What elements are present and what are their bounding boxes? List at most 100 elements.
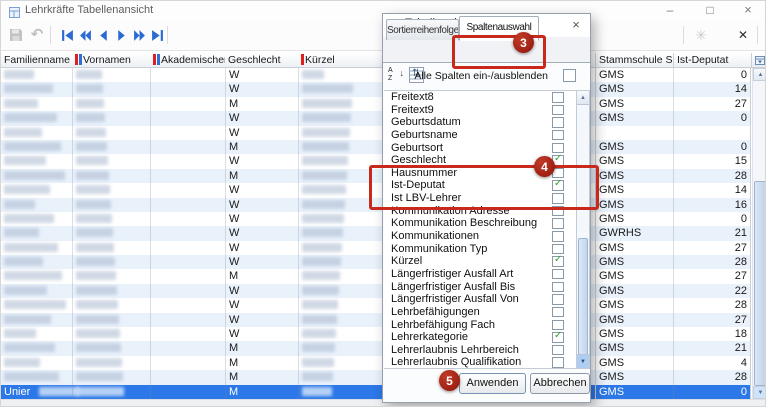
table-row[interactable]: WGMS18 [1,327,751,341]
scrollbar-thumb[interactable] [754,181,766,386]
column-checkbox[interactable] [552,218,564,229]
sort-az-icon[interactable]: AZ ↓ [388,67,404,85]
column-option[interactable]: Freitext9 [384,104,576,117]
column-option[interactable]: Lehrerlaubnis Lehrbereich [384,344,576,357]
column-option[interactable]: Lehrbefähigung Fach [384,319,576,332]
column-header-ist-deputat[interactable]: Ist-Deputat [673,53,751,68]
column-checkbox[interactable] [552,206,564,217]
column-header-stammschule[interactable]: Stammschule Sc... [595,53,673,68]
fast-next-icon[interactable] [129,25,149,45]
column-checkbox[interactable] [552,105,564,116]
table-row[interactable]: MGMS21 [1,341,751,355]
dialog-close-icon[interactable]: × [569,17,583,32]
column-checkbox[interactable] [552,117,564,128]
table-row[interactable]: MGMS27 [1,97,751,111]
vertical-scrollbar[interactable]: ▲ ▼ [752,68,766,399]
table-row[interactable]: MGMS28 [1,169,751,183]
table-row[interactable]: WGMS28 [1,255,751,269]
scroll-up-icon[interactable]: ▲ [577,91,589,105]
column-checkbox[interactable] [552,244,564,255]
maximize-button[interactable]: □ [693,1,727,20]
table-row[interactable]: WGMS14 [1,82,751,96]
table-row[interactable]: WGMS16 [1,198,751,212]
column-option[interactable]: Geburtsort [384,142,576,155]
minimize-button[interactable]: – [653,1,687,20]
scroll-down-icon[interactable]: ▼ [753,386,766,399]
undo-icon[interactable]: ↶ [27,25,47,45]
table-row[interactable]: UnierMGMS0 [1,385,751,399]
toggle-all-checkbox[interactable] [563,69,576,82]
column-checkbox[interactable] [552,269,564,280]
column-option[interactable]: Lehrerkategorie✓ [384,331,576,344]
column-checkbox[interactable] [552,307,564,318]
column-option[interactable]: Geburtsname [384,129,576,142]
column-checkbox[interactable] [552,92,564,103]
save-icon[interactable] [6,25,26,45]
table-row[interactable]: WGMS0 [1,68,751,82]
next-record-icon[interactable] [111,25,131,45]
column-chooser-icon[interactable] [751,53,766,68]
column-option[interactable]: Längerfristiger Ausfall Bis [384,281,576,294]
geschlecht-cell: W [229,284,295,298]
column-checkbox[interactable] [552,231,564,242]
table-row[interactable]: MGMS0 [1,140,751,154]
column-checkbox[interactable]: ✓ [552,256,564,267]
column-option[interactable]: Ist LBV-Lehrer [384,192,576,205]
column-header-geschlecht[interactable]: Geschlecht [225,53,298,68]
column-option[interactable]: Kürzel✓ [384,255,576,268]
column-checkbox[interactable] [552,357,564,368]
column-checkbox[interactable]: ✓ [552,180,564,191]
settings-sun-icon[interactable]: ✳ [691,25,711,45]
column-header-familienname[interactable]: Familienname▲ [1,53,72,68]
close-filter-icon[interactable]: ✕ [733,25,753,45]
close-button[interactable]: × [731,1,765,20]
column-option[interactable]: Lehrerlaubnis Qualifikation [384,356,576,369]
scroll-down-icon[interactable]: ▼ [577,354,589,368]
column-checkbox[interactable] [552,320,564,331]
tab-sortierreihenfolge[interactable]: Sortierreihenfolge [386,19,459,40]
scroll-up-icon[interactable]: ▲ [753,68,766,81]
column-checkbox[interactable] [552,143,564,154]
column-checkbox[interactable] [552,130,564,141]
fast-previous-icon[interactable] [75,25,95,45]
column-option[interactable]: Geburtsdatum [384,116,576,129]
previous-record-icon[interactable] [93,25,113,45]
table-row[interactable]: MGMS4 [1,356,751,370]
column-option[interactable]: Längerfristiger Ausfall Art [384,268,576,281]
table-row[interactable]: MGMS28 [1,370,751,384]
column-header-vornamen[interactable]: Vornamen [72,53,150,68]
dialog-scrollbar[interactable]: ▲ ▼ [576,90,590,369]
column-option[interactable]: Kommunikationen [384,230,576,243]
column-header-akademischergrad[interactable]: AkademischerGr... [150,53,225,68]
column-checkbox[interactable]: ✓ [552,332,564,343]
table-row[interactable]: WGMS0 [1,212,751,226]
last-record-icon[interactable] [147,25,167,45]
scrollbar-thumb[interactable] [578,238,588,355]
table-row[interactable]: WGMS0 [1,111,751,125]
table-row[interactable]: WGMS28 [1,298,751,312]
cancel-button[interactable]: Abbrechen [530,373,590,394]
column-option[interactable]: Kommunikation Typ [384,243,576,256]
column-checkbox[interactable] [552,294,564,305]
column-checkbox[interactable] [552,282,564,293]
geschlecht-cell: W [229,154,295,168]
column-option[interactable]: Längerfristiger Ausfall Von [384,293,576,306]
column-option[interactable]: Lehrbefähigungen [384,306,576,319]
table-row[interactable]: WGWRHS21 [1,226,751,240]
table-row[interactable]: MGMS27 [1,269,751,283]
table-row[interactable]: WGMS22 [1,284,751,298]
column-option[interactable]: Ist-Deputat✓ [384,179,576,192]
table-row[interactable]: WGMS15 [1,154,751,168]
table-row[interactable]: W [1,126,751,140]
column-checkbox[interactable] [552,345,564,356]
table-row[interactable]: WGMS27 [1,241,751,255]
column-checkbox[interactable] [552,193,564,204]
column-option[interactable]: Kommunikation Beschreibung [384,217,576,230]
column-option[interactable]: Freitext8 [384,91,576,104]
column-header-kuerzel[interactable]: Kürzel [298,53,384,68]
apply-button[interactable]: Anwenden [459,373,526,394]
column-option[interactable]: Kommunikation Adresse [384,205,576,218]
table-row[interactable]: WGMS14 [1,183,751,197]
first-record-icon[interactable] [57,25,77,45]
table-row[interactable]: WGMS27 [1,313,751,327]
